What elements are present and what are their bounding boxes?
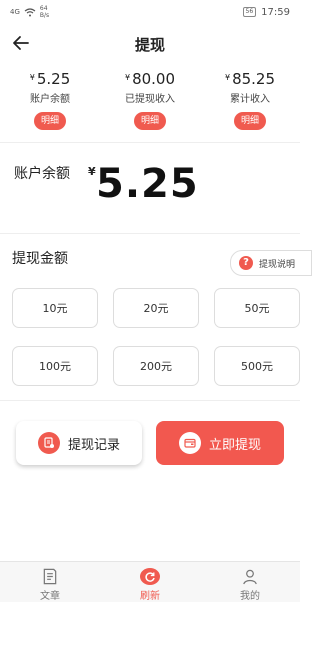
status-bar: 4G 64 B/s 56 17:59 xyxy=(0,0,300,24)
refresh-icon xyxy=(140,568,160,585)
stat-amount: 85.25 xyxy=(232,70,276,88)
stat-value: ¥80.00 xyxy=(125,70,175,88)
stat-total-income: ¥85.25 累计收入 明细 xyxy=(210,64,290,142)
stat-label: 累计收入 xyxy=(230,94,270,105)
stat-account-balance: ¥5.25 账户余额 明细 xyxy=(10,64,90,142)
signal-indicator: 4G xyxy=(10,8,20,16)
balance-value: 5.25 xyxy=(96,161,199,207)
record-icon xyxy=(37,432,60,454)
back-arrow-icon[interactable] xyxy=(10,32,32,54)
stat-label: 账户余额 xyxy=(30,94,70,105)
clock: 17:59 xyxy=(261,6,290,18)
currency-symbol: ¥ xyxy=(224,73,231,82)
network-speed-value: 64 xyxy=(39,5,48,12)
stat-withdrawn-income: ¥80.00 已提现收入 明细 xyxy=(110,64,190,142)
tab-article[interactable]: 文章 xyxy=(15,562,85,602)
detail-button[interactable]: 明细 xyxy=(234,112,266,130)
question-icon: ? xyxy=(238,256,253,270)
nav-bar: 提现 xyxy=(0,24,300,64)
divider xyxy=(0,400,300,401)
amount-option-100[interactable]: 100元 xyxy=(12,346,98,386)
withdraw-now-label: 立即提现 xyxy=(208,437,261,453)
withdraw-record-label: 提现记录 xyxy=(67,437,120,453)
stat-label: 已提现收入 xyxy=(125,94,175,105)
wallet-icon xyxy=(178,432,201,454)
withdraw-record-button[interactable]: 提现记录 xyxy=(16,421,142,465)
detail-button[interactable]: 明细 xyxy=(34,112,66,130)
status-left: 4G 64 B/s xyxy=(10,5,49,19)
battery-indicator: 56 xyxy=(242,7,257,17)
balance-section: 账户余额 ¥ 5.25 xyxy=(0,143,300,234)
withdraw-amount-label: 提现金额 xyxy=(12,251,68,267)
amount-option-20[interactable]: 20元 xyxy=(113,288,199,328)
stats-row: ¥5.25 账户余额 明细 ¥80.00 已提现收入 明细 ¥85.25 累计收… xyxy=(0,64,300,143)
stat-amount: 5.25 xyxy=(36,70,71,88)
stat-value: ¥5.25 xyxy=(30,70,71,88)
amount-option-10[interactable]: 10元 xyxy=(12,288,98,328)
page-title: 提现 xyxy=(134,35,165,54)
withdraw-now-button[interactable]: 立即提现 xyxy=(156,421,284,465)
balance-label: 账户余额 xyxy=(14,166,70,182)
tab-refresh[interactable]: 刷新 xyxy=(115,562,185,602)
currency-symbol: ¥ xyxy=(124,73,131,82)
user-icon xyxy=(243,569,257,585)
amount-option-50[interactable]: 50元 xyxy=(214,288,300,328)
network-speed-unit: B/s xyxy=(39,12,50,19)
article-icon xyxy=(43,568,57,585)
stat-value: ¥85.25 xyxy=(225,70,275,88)
amount-options: 10元 20元 50元 100元 200元 500元 xyxy=(0,288,300,386)
network-speed: 64 B/s xyxy=(40,5,49,19)
withdraw-explain-label: 提现说明 xyxy=(258,259,295,270)
detail-button[interactable]: 明细 xyxy=(134,112,166,130)
action-buttons: 提现记录 立即提现 xyxy=(0,421,300,465)
status-right: 56 17:59 xyxy=(242,6,290,18)
stat-amount: 80.00 xyxy=(132,70,176,88)
wifi-icon xyxy=(24,7,36,16)
tab-mine[interactable]: 我的 xyxy=(215,562,285,602)
tab-label: 我的 xyxy=(240,591,260,602)
withdraw-explain-button[interactable]: ? 提现说明 xyxy=(229,250,312,276)
tab-label: 文章 xyxy=(40,591,60,602)
currency-symbol: ¥ xyxy=(29,73,35,82)
amount-option-500[interactable]: 500元 xyxy=(214,346,300,386)
tab-label: 刷新 xyxy=(140,591,160,602)
balance-currency: ¥ xyxy=(88,165,96,178)
withdraw-amount-header: 提现金额 ? 提现说明 xyxy=(0,234,312,284)
amount-option-200[interactable]: 200元 xyxy=(113,346,199,386)
bottom-tab-bar: 文章 刷新 我的 xyxy=(0,561,300,602)
